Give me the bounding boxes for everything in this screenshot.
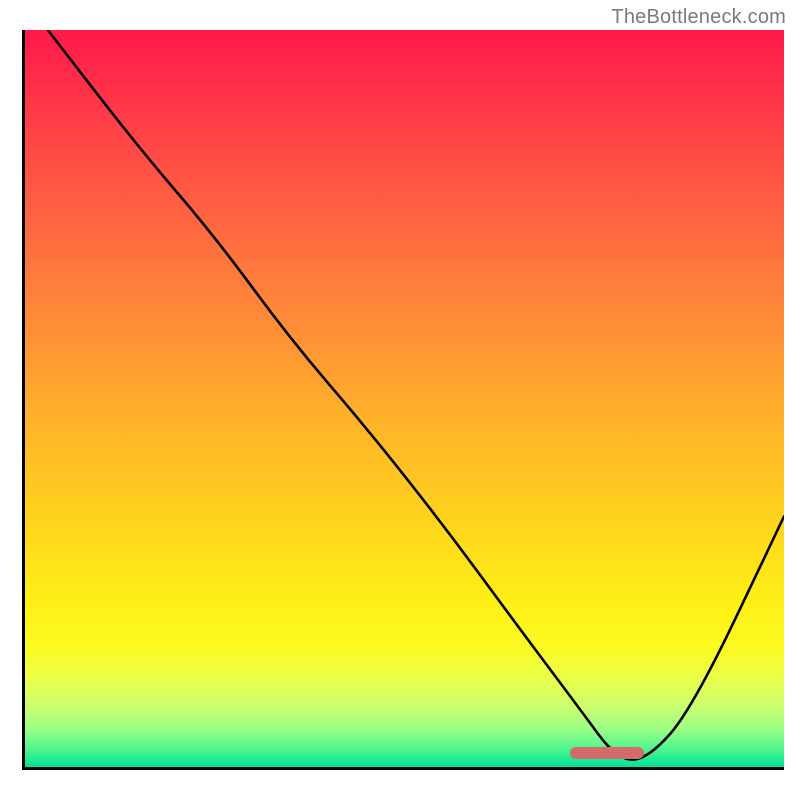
optimal-marker bbox=[570, 747, 644, 759]
watermark-text: TheBottleneck.com bbox=[611, 6, 786, 29]
chart-area bbox=[22, 30, 784, 770]
chart-svg bbox=[25, 30, 784, 767]
bottleneck-curve bbox=[48, 30, 784, 760]
